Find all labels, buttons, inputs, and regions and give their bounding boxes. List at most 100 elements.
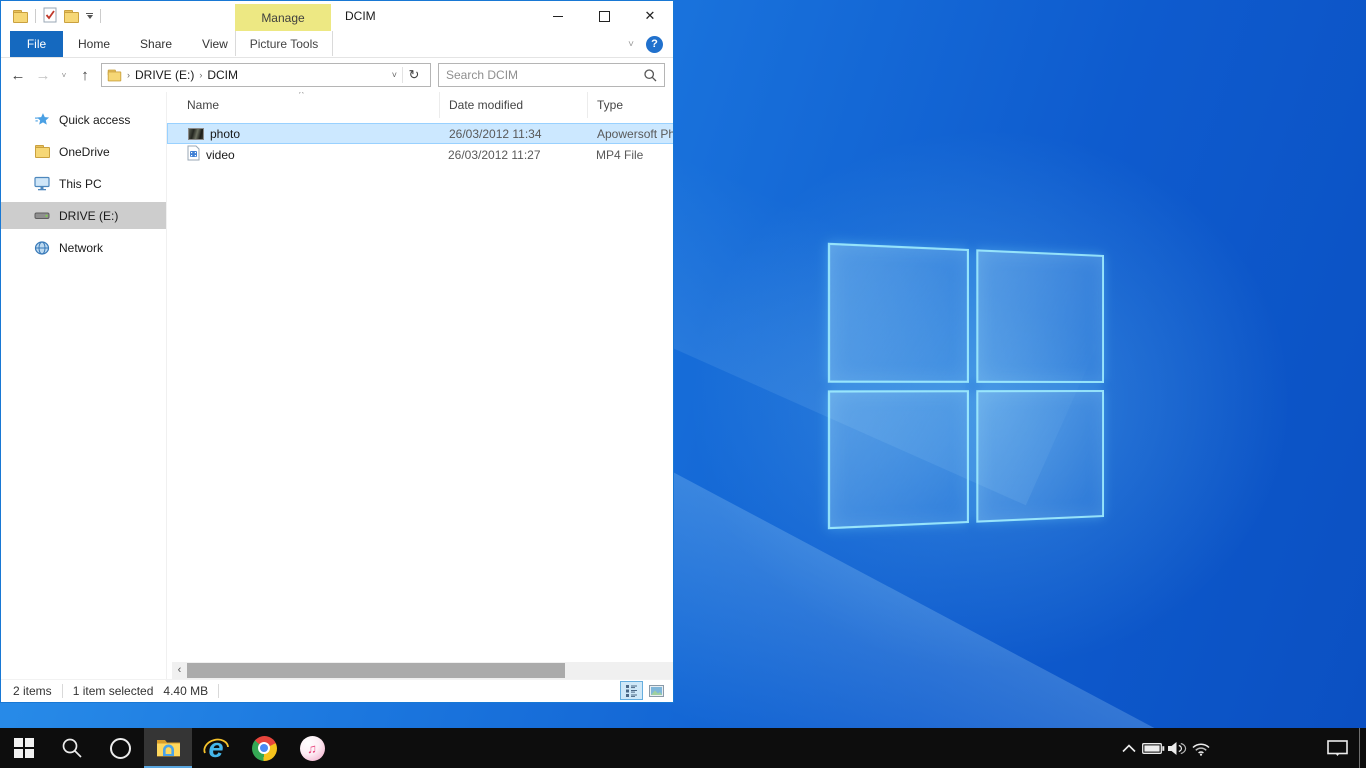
maximize-icon — [599, 11, 610, 22]
tab-share[interactable]: Share — [125, 31, 187, 57]
status-separator — [62, 684, 63, 698]
properties-icon[interactable] — [43, 7, 57, 26]
taskbar-file-explorer-button[interactable] — [144, 728, 192, 768]
action-center-icon[interactable] — [1325, 740, 1349, 757]
windows-start-icon — [14, 738, 34, 758]
wifi-icon[interactable] — [1189, 741, 1213, 756]
file-list-pane: Name ^ Date modified Type photo — [166, 92, 673, 679]
windows-logo-pane — [828, 390, 969, 530]
thumbnails-view-button[interactable] — [645, 681, 668, 700]
computer-icon — [34, 176, 50, 192]
star-icon — [34, 112, 50, 128]
details-view-button[interactable] — [620, 681, 643, 700]
address-dropdown-chevron-icon[interactable]: ˅ — [392, 70, 397, 80]
cortana-icon — [110, 738, 131, 759]
search-icon — [61, 737, 83, 759]
chrome-button[interactable] — [240, 728, 288, 768]
history-chevron-icon[interactable]: ˅ — [59, 71, 69, 80]
expand-ribbon-chevron-icon[interactable]: ˅ — [628, 39, 634, 50]
help-icon[interactable]: ? — [646, 36, 663, 53]
file-row-video[interactable]: video 26/03/2012 11:27 MP4 File — [167, 144, 673, 165]
cortana-button[interactable] — [96, 728, 144, 768]
selection-size: 4.40 MB — [163, 684, 208, 698]
sidebar-item-quick-access[interactable]: Quick access — [1, 106, 166, 133]
items-count: 2 items — [13, 684, 52, 698]
volume-icon[interactable] — [1165, 741, 1189, 756]
file-name-label: photo — [210, 127, 240, 141]
battery-icon[interactable] — [1141, 742, 1165, 755]
file-explorer-icon — [155, 737, 182, 759]
search-icon — [644, 69, 657, 82]
manage-contextual-tab[interactable]: Manage — [235, 4, 331, 31]
folder-icon — [34, 144, 50, 160]
internet-explorer-icon: e — [202, 734, 230, 762]
up-icon[interactable]: ↑ — [76, 67, 94, 84]
sort-ascending-icon: ^ — [299, 92, 304, 100]
sidebar-item-network[interactable]: Network — [1, 234, 166, 261]
sidebar-item-this-pc[interactable]: This PC — [1, 170, 166, 197]
windows-logo-icon — [828, 243, 1104, 530]
drive-icon — [34, 208, 50, 224]
search-input[interactable] — [446, 68, 644, 82]
column-header-type[interactable]: Type — [587, 92, 673, 118]
taskbar-search-button[interactable] — [48, 728, 96, 768]
column-header-date-modified[interactable]: Date modified — [439, 92, 587, 118]
horizontal-scrollbar[interactable]: ‹ › — [172, 662, 673, 679]
itunes-button[interactable]: ♫ — [288, 728, 336, 768]
scroll-right-icon[interactable]: › — [668, 662, 673, 679]
details-view-icon — [625, 684, 638, 697]
sidebar-item-label: DRIVE (E:) — [59, 209, 118, 223]
internet-explorer-button[interactable]: e — [192, 728, 240, 768]
column-header-name[interactable]: Name ^ — [167, 92, 439, 118]
breadcrumb-drive[interactable]: DRIVE (E:) — [135, 68, 194, 82]
desktop-wallpaper: Manage DCIM ✕ File Home Share View Pictu… — [0, 0, 1366, 728]
window-controls: ✕ — [535, 1, 673, 31]
scroll-left-icon[interactable]: ‹ — [172, 662, 187, 679]
maximize-button[interactable] — [581, 1, 627, 31]
file-type-cell: MP4 File — [587, 148, 673, 162]
taskbar: e ♫ — [0, 728, 1366, 768]
quick-access-toolbar — [13, 1, 101, 31]
toolbar-separator — [100, 9, 101, 23]
photo-thumbnail-icon — [188, 128, 204, 140]
view-toggles — [620, 681, 668, 700]
explorer-content: Quick access OneDrive This PC DRIVE — [1, 92, 673, 679]
minimize-button[interactable] — [535, 1, 581, 31]
refresh-icon[interactable]: ↻ — [402, 67, 425, 83]
scrollbar-track[interactable] — [187, 662, 668, 679]
new-folder-icon[interactable] — [64, 10, 79, 23]
sidebar-item-label: This PC — [59, 177, 102, 191]
address-bar[interactable]: › DRIVE (E:) › DCIM ˅ ↻ — [101, 63, 431, 87]
file-date-cell: 26/03/2012 11:34 — [440, 127, 588, 141]
tab-file[interactable]: File — [10, 31, 63, 57]
system-tray — [1117, 728, 1366, 768]
search-box[interactable] — [438, 63, 665, 87]
tab-home[interactable]: Home — [63, 31, 125, 57]
itunes-icon: ♫ — [300, 736, 325, 761]
ribbon-tab-row: File Home Share View Picture Tools ˅ ? — [1, 31, 673, 58]
column-header-label: Type — [597, 98, 623, 112]
tab-picture-tools[interactable]: Picture Tools — [235, 31, 333, 56]
file-row-photo[interactable]: photo 26/03/2012 11:34 Apowersoft Pho — [167, 123, 673, 144]
close-button[interactable]: ✕ — [627, 1, 673, 31]
sidebar-item-onedrive[interactable]: OneDrive — [1, 138, 166, 165]
back-icon[interactable]: ← — [9, 67, 27, 84]
forward-icon[interactable]: → — [34, 67, 52, 84]
chrome-icon — [252, 736, 277, 761]
title-bar: Manage DCIM ✕ — [1, 1, 673, 31]
folder-icon — [108, 69, 122, 81]
show-desktop-button[interactable] — [1359, 728, 1366, 768]
video-file-icon — [187, 145, 200, 164]
close-icon: ✕ — [645, 8, 656, 24]
toolbar-separator — [35, 9, 36, 23]
column-header-label: Date modified — [449, 98, 523, 112]
scrollbar-thumb[interactable] — [187, 663, 565, 678]
customize-quick-access-icon[interactable] — [86, 13, 93, 19]
start-button[interactable] — [0, 728, 48, 768]
status-bar: 2 items 1 item selected 4.40 MB — [1, 679, 673, 702]
breadcrumb-folder[interactable]: DCIM — [207, 68, 238, 82]
hidden-icons-chevron-icon[interactable] — [1117, 744, 1141, 753]
explorer-window-icon — [13, 10, 28, 23]
windows-logo-pane — [828, 243, 969, 383]
sidebar-item-drive-e[interactable]: DRIVE (E:) — [1, 202, 166, 229]
